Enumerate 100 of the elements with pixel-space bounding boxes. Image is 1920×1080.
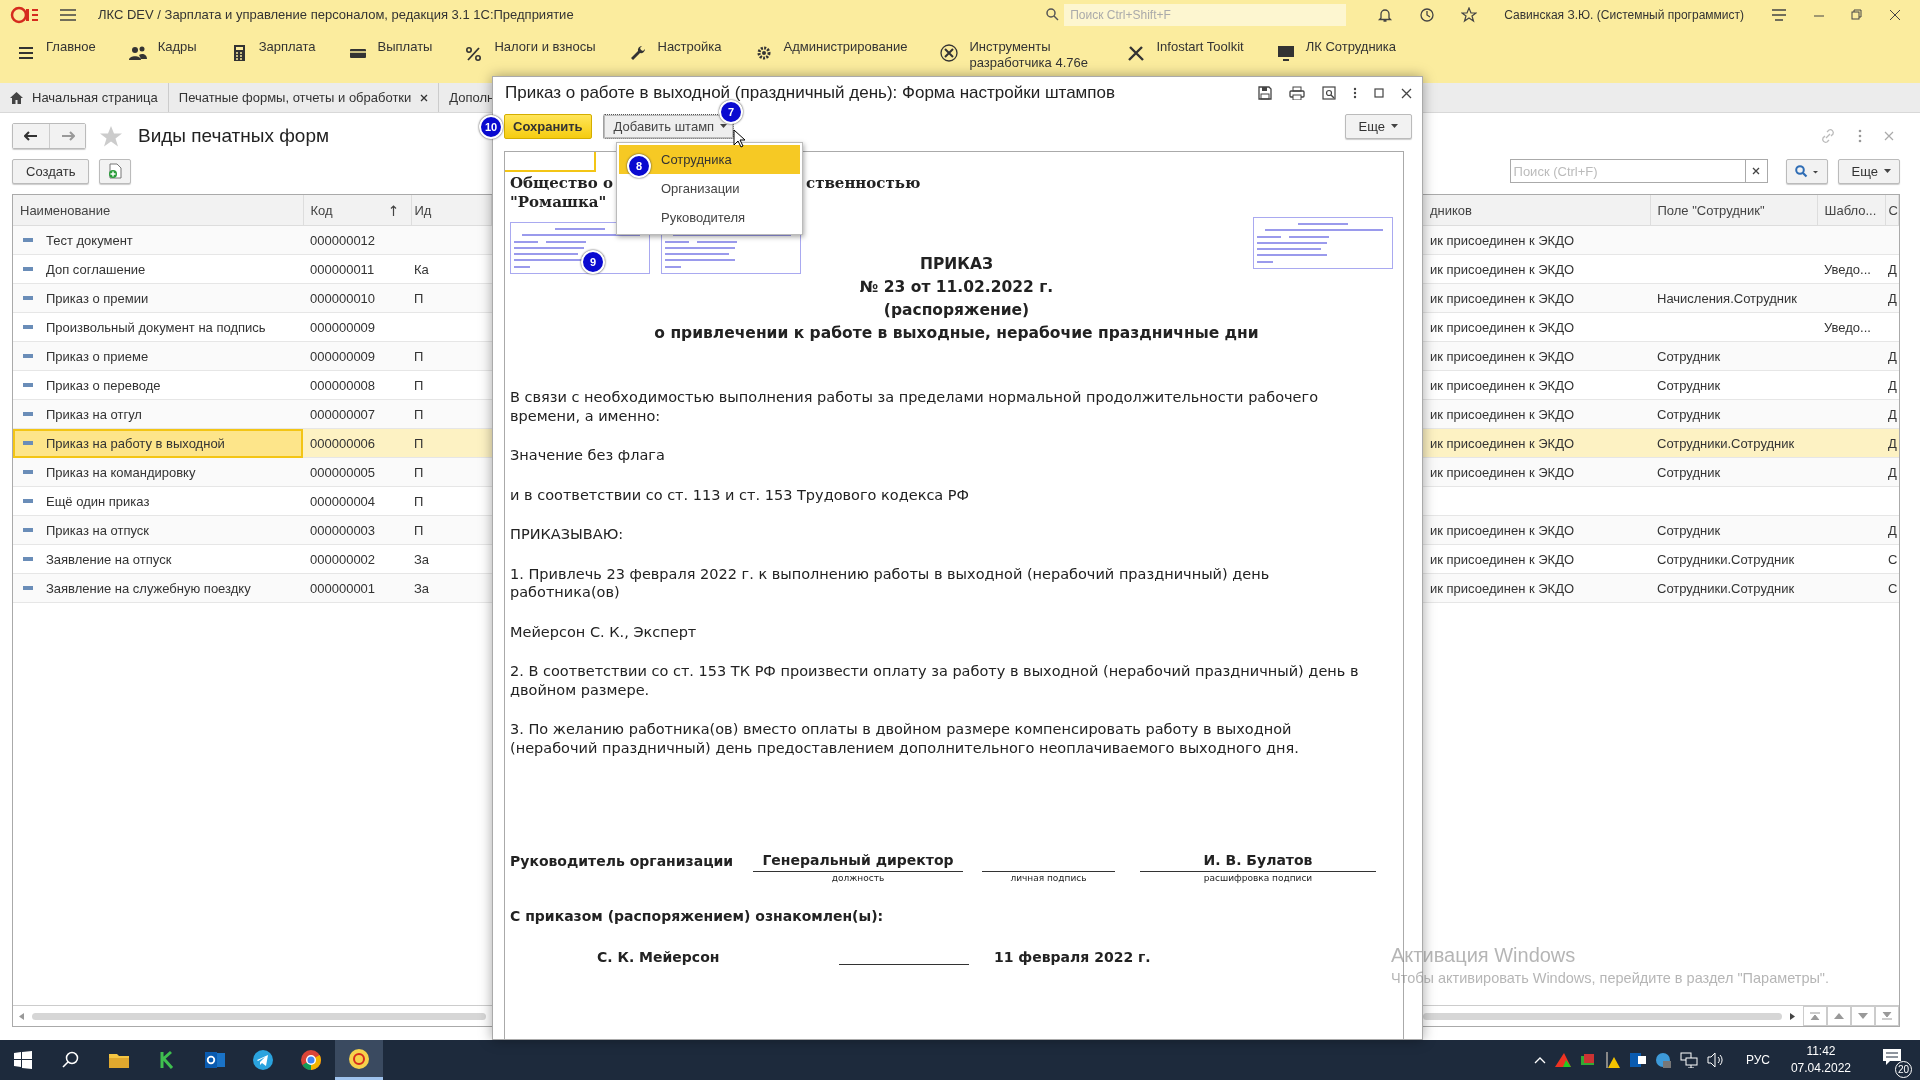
column-header[interactable]: дников [1423,195,1650,226]
scroll-left-icon[interactable] [19,1012,24,1020]
last-page-button[interactable] [1875,1006,1899,1026]
table-cell[interactable] [1885,225,1899,255]
table-cell[interactable]: Произвольный документ на подпись [13,312,303,342]
table-cell[interactable]: 000000011 [303,254,411,284]
table-cell[interactable]: 000000003 [303,515,411,545]
table-cell[interactable]: Сотрудник [1650,370,1817,400]
table-cell[interactable]: Приказ на отпуск [13,515,303,545]
language-indicator[interactable]: РУС [1745,1053,1770,1067]
table-cell[interactable]: Д [1885,341,1899,371]
table-cell[interactable]: 000000006 [303,428,411,458]
table-cell[interactable]: П [411,515,492,545]
page-down-button[interactable] [1851,1006,1875,1026]
start-icon[interactable] [14,1051,32,1069]
table-cell[interactable]: Приказ на командировку [13,457,303,487]
table-cell[interactable]: Ка [411,254,492,284]
table-cell[interactable]: Приказ на отгул [13,399,303,429]
table-cell[interactable]: 000000007 [303,399,411,429]
table-cell[interactable]: ик присоединен к ЭКДО [1423,515,1650,545]
table-cell[interactable]: Д [1885,283,1899,313]
section-link[interactable]: Инструменты разработчика 4.76e [969,39,1095,71]
table-cell[interactable]: П [411,283,492,313]
first-page-button[interactable] [1803,1006,1827,1026]
monitor-icon[interactable] [1275,44,1296,62]
scroll-right-icon[interactable] [1790,1012,1795,1020]
table-cell[interactable]: 000000002 [303,544,411,574]
table-cell[interactable]: ик присоединен к ЭКДО [1423,399,1650,429]
table-cell[interactable]: Доп соглашение [13,254,303,284]
column-header[interactable]: Шабло... [1817,195,1885,226]
table-cell[interactable]: Ещё один приказ [13,486,303,516]
section-link[interactable]: Зарплата [258,39,316,55]
volume-icon[interactable] [1706,1052,1725,1068]
app-icon[interactable] [335,1040,383,1080]
more-button[interactable]: Еще [1344,113,1412,139]
table-cell[interactable]: ик присоединен к ЭКДО [1423,428,1650,458]
table-cell[interactable]: ик присоединен к ЭКДО [1423,573,1650,603]
table-cell[interactable]: Сотрудники.Сотрудник [1650,544,1817,574]
search-button[interactable] [1785,158,1828,184]
maximize-icon[interactable] [1374,88,1384,98]
section-link[interactable]: Настройка [657,39,722,55]
table-cell[interactable]: Приказ о премии [13,283,303,313]
table-cell[interactable]: Начисления.Сотрудник [1650,283,1817,313]
star-icon[interactable] [1461,6,1478,23]
table-cell[interactable]: За [411,544,492,574]
print-icon[interactable] [1289,86,1305,100]
network-icon[interactable] [1679,1052,1698,1068]
menu-icon[interactable] [16,44,36,62]
table-cell[interactable]: П [411,370,492,400]
chevron-up-icon[interactable] [1533,1056,1546,1064]
settings-menu-icon[interactable] [1771,7,1787,22]
table-cell[interactable]: 000000012 [303,225,411,255]
table-cell[interactable]: П [411,457,492,487]
preview-icon[interactable] [1322,86,1336,100]
table-cell[interactable]: 000000005 [303,457,411,487]
table-cell[interactable]: Д [1885,399,1899,429]
table-cell[interactable]: Сотрудник [1650,341,1817,371]
table-cell[interactable]: Сотрудники.Сотрудник [1650,428,1817,458]
bell-icon[interactable] [1377,6,1394,23]
tray-app-icon[interactable] [1654,1052,1671,1068]
people-icon[interactable] [127,44,148,62]
mail-icon[interactable] [1629,1052,1646,1068]
sort-arrow-icon[interactable] [389,205,397,216]
search-icon[interactable] [62,1051,80,1069]
more-icon[interactable] [1353,87,1357,99]
restore-icon[interactable] [1851,8,1863,21]
table-cell[interactable]: Приказ о приеме [13,341,303,371]
section-link[interactable]: Выплаты [377,39,433,55]
table-cell[interactable]: П [411,486,492,516]
selected-cell[interactable] [505,152,596,172]
create-button[interactable]: Создать [12,158,90,184]
tray-app-icon[interactable] [1579,1053,1596,1067]
user-name[interactable]: Савинская З.Ю. (Системный программист) [1504,7,1744,22]
more-button[interactable]: Еще [1837,158,1900,184]
table-cell[interactable]: П [411,399,492,429]
table-cell[interactable]: Уведо... [1817,254,1885,284]
star-icon[interactable] [100,125,122,147]
table-cell[interactable]: ик присоединен к ЭКДО [1423,283,1650,313]
table-cell[interactable]: Заявление на отпуск [13,544,303,574]
column-header[interactable]: Поле "Сотрудник" [1650,195,1817,226]
back-button[interactable] [13,124,49,148]
table-cell[interactable]: 000000008 [303,370,411,400]
table-cell[interactable]: 000000004 [303,486,411,516]
table-cell[interactable]: Д [1885,428,1899,458]
search-field[interactable]: Поиск Ctrl+Shift+F [1064,3,1347,26]
table-cell[interactable]: 000000009 [303,312,411,342]
section-link[interactable]: Администрирование [783,39,908,55]
table-cell[interactable]: П [411,428,492,458]
table-cell[interactable]: 000000001 [303,573,411,603]
page-up-button[interactable] [1827,1006,1851,1026]
column-header[interactable]: Наименование [13,195,303,226]
scrollbar-thumb[interactable] [32,1012,486,1020]
section-link[interactable]: Главное [46,39,96,55]
table-cell[interactable]: Сотрудник [1650,515,1817,545]
close-icon[interactable] [420,93,429,102]
table-cell[interactable]: Д [1885,515,1899,545]
table-cell[interactable]: Д [1885,370,1899,400]
clock-time[interactable]: 11:42 [1806,1043,1836,1060]
table-cell[interactable]: С [1885,573,1899,603]
save-button[interactable]: Сохранить [504,113,592,139]
